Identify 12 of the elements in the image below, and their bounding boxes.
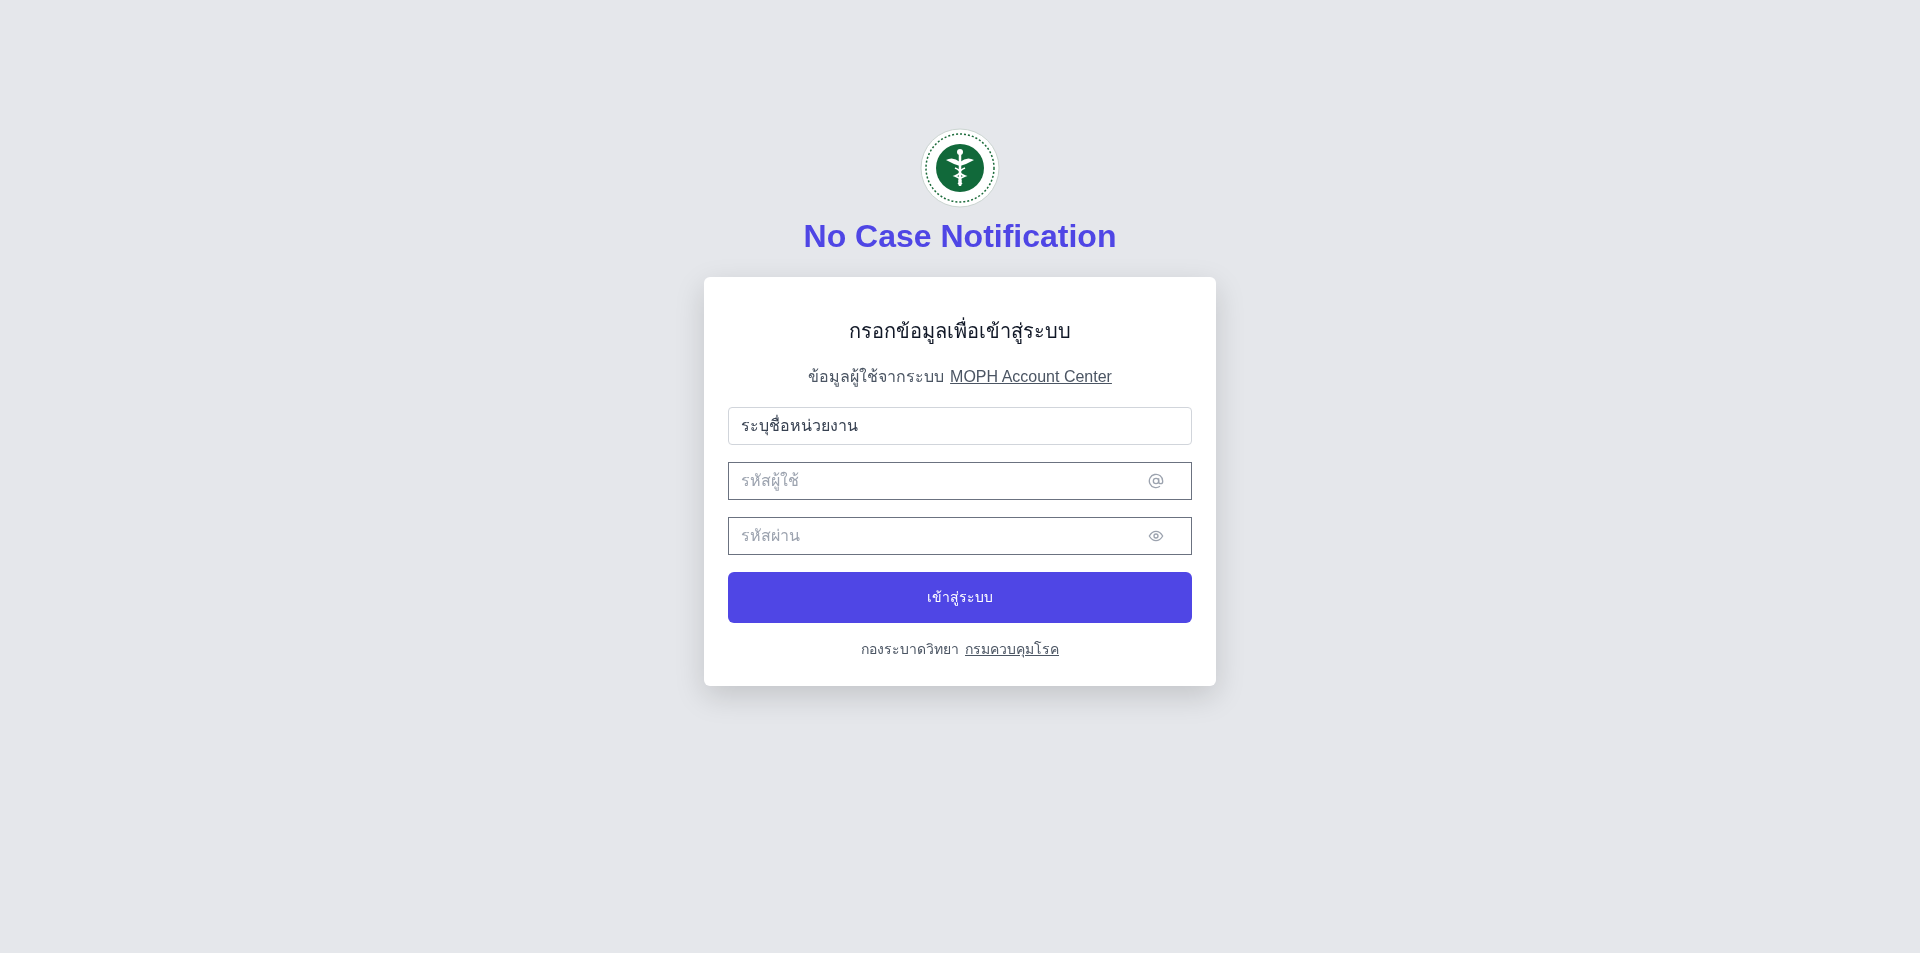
source-label: ข้อมูลผู้ใช้จากระบบ <box>808 366 945 389</box>
footer-label: กองระบาดวิทยา <box>861 640 959 659</box>
account-center-link[interactable]: MOPH Account Center <box>950 365 1112 389</box>
at-sign-icon <box>1148 473 1164 489</box>
app-title: No Case Notification <box>803 217 1117 256</box>
department-link[interactable]: กรมควบคุมโรค <box>965 639 1059 660</box>
username-field[interactable]: รหัสผู้ใช้ <box>728 462 1192 500</box>
department-field[interactable]: ระบุชื่อหน่วยงาน <box>728 407 1192 445</box>
login-heading: กรอกข้อมูลเพื่อเข้าสู่ระบบ <box>849 317 1071 345</box>
login-button[interactable]: เข้าสู่ระบบ <box>728 572 1192 623</box>
password-field[interactable]: รหัสผ่าน <box>728 517 1192 555</box>
eye-icon[interactable] <box>1148 528 1164 544</box>
